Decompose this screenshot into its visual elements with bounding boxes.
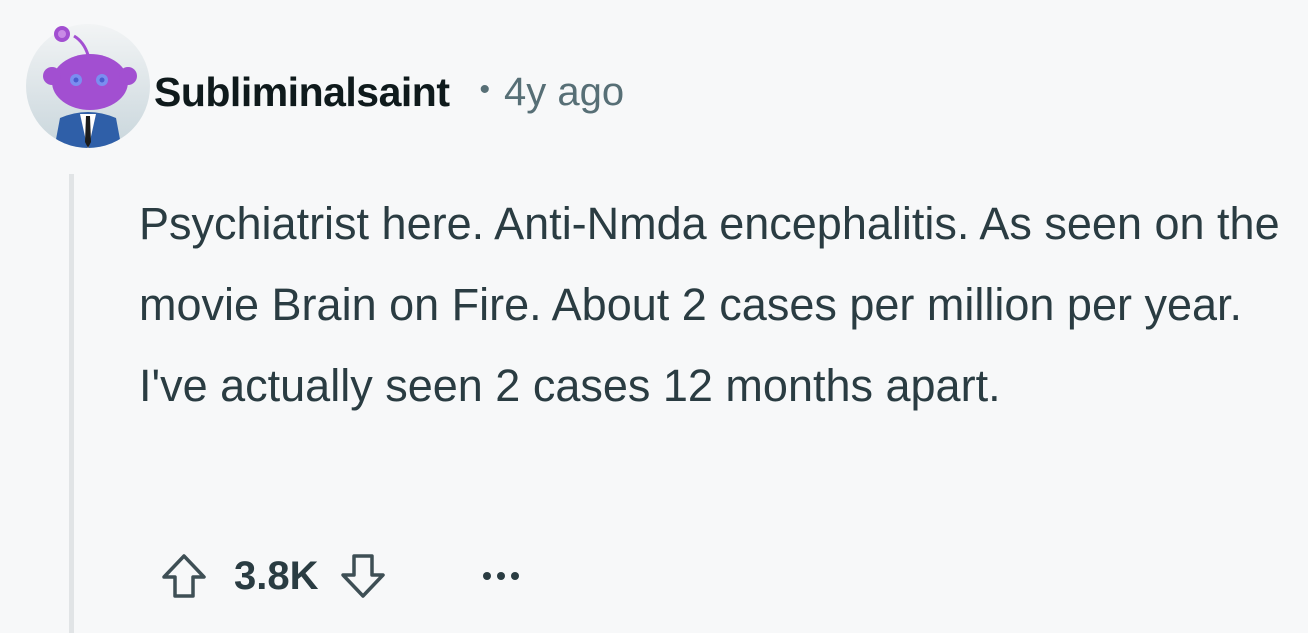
upvote-button[interactable] (152, 544, 216, 608)
author-username[interactable]: Subliminalsaint (154, 69, 450, 116)
comment-body: Psychiatrist here. Anti-Nmda encephaliti… (139, 198, 1280, 411)
comment-timestamp[interactable]: 4y ago (504, 70, 624, 115)
downvote-arrow-icon (340, 554, 385, 598)
vote-score: 3.8K (234, 553, 319, 598)
comment-action-bar: 3.8K (152, 540, 523, 612)
user-avatar[interactable] (24, 22, 152, 150)
upvote-arrow-icon (162, 554, 206, 598)
more-options-button[interactable] (479, 568, 523, 584)
meta-separator: • (479, 73, 491, 106)
snoo-avatar-icon (26, 24, 150, 148)
more-options-icon (482, 572, 519, 580)
comment-header: Subliminalsaint • 4y ago (154, 62, 624, 122)
downvote-button[interactable] (331, 544, 395, 608)
thread-line[interactable] (69, 174, 74, 633)
